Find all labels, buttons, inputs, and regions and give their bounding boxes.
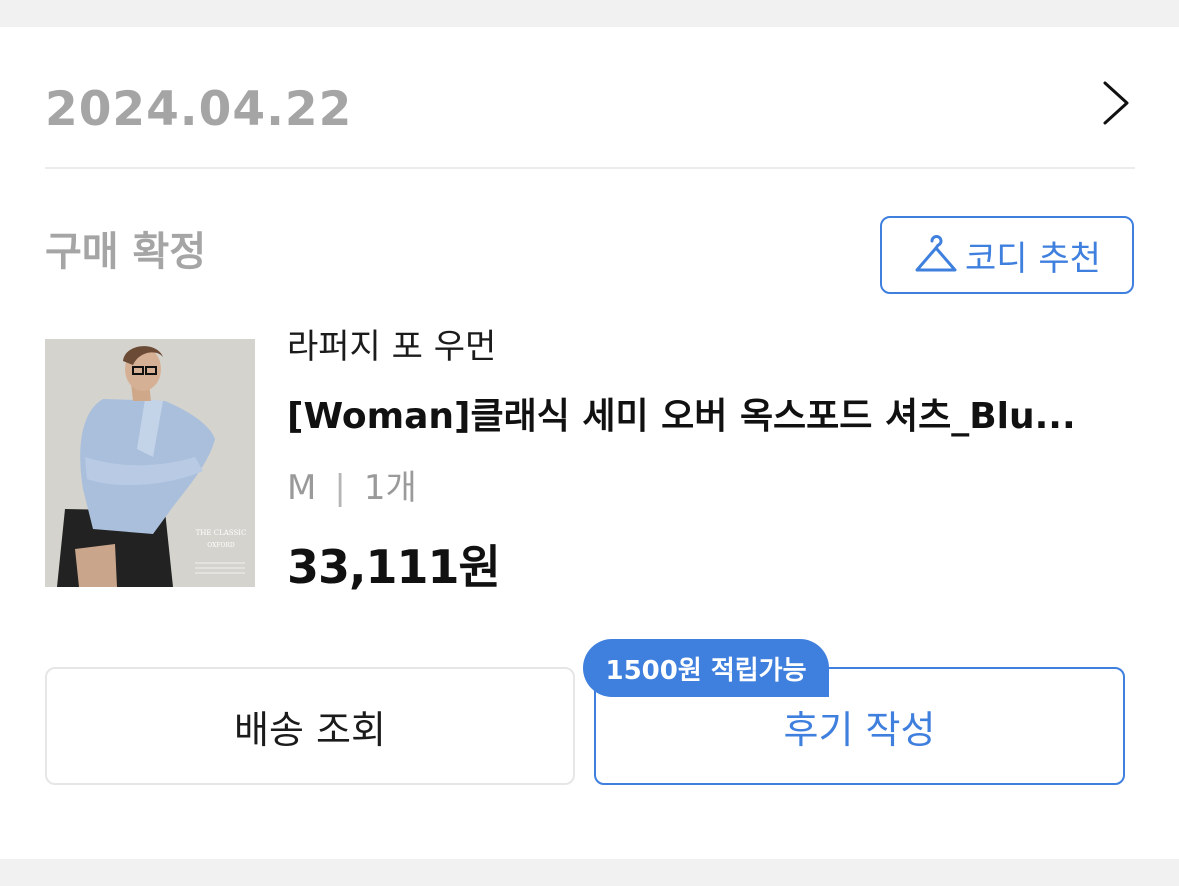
chevron-right-icon[interactable]: [1099, 79, 1133, 127]
write-review-label: 후기 작성: [783, 707, 936, 752]
image-caption-1: THE CLASSIC: [196, 529, 247, 537]
hanger-icon: [915, 234, 957, 272]
option-separator: |: [334, 468, 346, 508]
review-points-badge: 1500원 적립가능: [583, 639, 829, 697]
product-options: M | 1개: [287, 465, 417, 511]
order-date-row[interactable]: 2024.04.22: [45, 27, 1135, 169]
order-status: 구매 확정: [45, 229, 207, 275]
image-caption-2: OXFORD: [207, 542, 235, 549]
codi-recommend-button[interactable]: 코디 추천: [880, 216, 1134, 294]
product-image[interactable]: THE CLASSIC OXFORD: [45, 339, 255, 587]
shipping-track-label: 배송 조회: [234, 707, 386, 752]
order-date: 2024.04.22: [45, 82, 353, 137]
order-card: 2024.04.22 구매 확정 코디 추천 THE CLASSIC OXFOR…: [0, 27, 1179, 859]
product-name[interactable]: [Woman]클래식 세미 오버 옥스포드 셔츠_Blu...: [287, 392, 1122, 442]
option-size: M: [287, 468, 317, 508]
product-price: 33,111원: [287, 540, 501, 594]
option-quantity: 1개: [363, 468, 417, 508]
shipping-track-button[interactable]: 배송 조회: [45, 667, 575, 785]
codi-recommend-label: 코디 추천: [965, 238, 1101, 279]
product-brand[interactable]: 라퍼지 포 우먼: [287, 325, 496, 369]
